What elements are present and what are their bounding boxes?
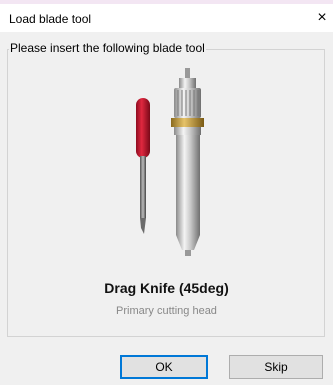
ok-button[interactable]: OK: [120, 355, 208, 379]
window-title: Load blade tool: [9, 12, 92, 26]
groupbox-legend: Please insert the following blade tool: [9, 41, 206, 55]
blade-with-red-cap: [136, 98, 150, 234]
tool-name: Drag Knife (45deg): [104, 280, 229, 296]
blade-tool-image: [136, 68, 204, 256]
skip-button[interactable]: Skip: [229, 355, 323, 379]
close-icon[interactable]: ×: [311, 4, 333, 32]
blade-holder: [171, 68, 204, 256]
tool-description: Primary cutting head: [116, 305, 217, 317]
title-bar[interactable]: Load blade tool ×: [0, 4, 333, 32]
